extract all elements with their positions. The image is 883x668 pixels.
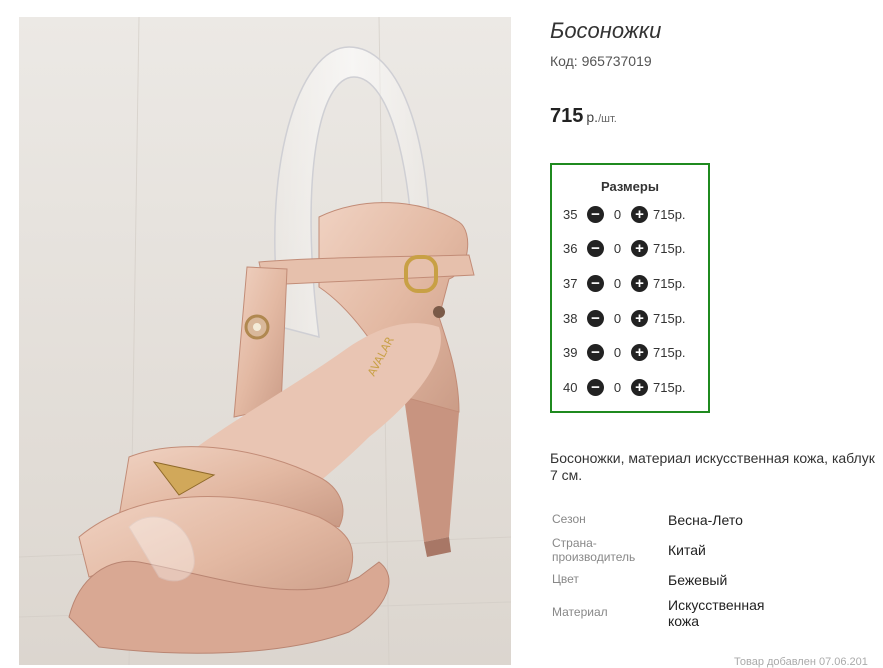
plus-circle-icon[interactable]: + bbox=[631, 309, 648, 327]
size-quantity: 0 bbox=[613, 241, 622, 257]
size-label: 38 bbox=[563, 310, 578, 326]
property-value: Бежевый bbox=[668, 572, 728, 588]
size-label: 37 bbox=[563, 275, 578, 291]
plus-circle-icon[interactable]: + bbox=[631, 379, 648, 396]
price-value: 715 bbox=[550, 105, 584, 127]
product-title: Босоножки bbox=[550, 18, 662, 43]
size-price: 715р. bbox=[653, 345, 686, 361]
plus-circle-icon[interactable]: + bbox=[631, 205, 648, 223]
price-currency: р. bbox=[586, 109, 599, 125]
size-label: 40 bbox=[563, 380, 578, 395]
size-label: 36 bbox=[563, 241, 578, 257]
size-price: 715р. bbox=[653, 380, 686, 395]
property-key: Страна-производитель bbox=[552, 536, 636, 564]
size-price: 715р. bbox=[653, 206, 686, 222]
product-description: Босоножки, материал искусственная кожа, … bbox=[550, 450, 875, 483]
minus-circle-icon[interactable]: − bbox=[587, 274, 604, 292]
size-quantity: 0 bbox=[613, 275, 622, 291]
added-date-note: Товар добавлен 07.06.201 bbox=[734, 656, 868, 668]
size-row: 38−0 +715р. bbox=[563, 308, 708, 328]
sizes-panel: Размеры 35−0 +715р. 36−0 +715р. 37−0 +715р. 38… bbox=[550, 163, 710, 413]
size-label: 35 bbox=[563, 206, 578, 222]
product-price: 715 р./шт. bbox=[550, 105, 617, 128]
size-row: 35−0 +715р. bbox=[563, 204, 708, 224]
product-photo[interactable]: AVALAR bbox=[19, 17, 511, 665]
size-row: 37−0 +715р. bbox=[563, 273, 708, 293]
size-price: 715р. bbox=[653, 241, 686, 257]
size-quantity: 0 bbox=[613, 310, 622, 326]
size-quantity: 0 bbox=[613, 206, 622, 222]
property-key: Цвет bbox=[552, 572, 579, 586]
sandal-image: AVALAR bbox=[19, 17, 511, 665]
plus-circle-icon[interactable]: + bbox=[631, 344, 648, 362]
size-label: 39 bbox=[563, 345, 578, 361]
minus-circle-icon[interactable]: − bbox=[587, 205, 604, 223]
minus-circle-icon[interactable]: − bbox=[587, 344, 604, 362]
size-quantity: 0 bbox=[613, 380, 622, 395]
minus-circle-icon[interactable]: − bbox=[587, 240, 604, 258]
minus-circle-icon[interactable]: − bbox=[587, 379, 604, 396]
property-key: Сезон bbox=[552, 512, 586, 526]
size-row: 39−0 +715р. bbox=[563, 343, 708, 363]
size-row: 40−0 +715р. bbox=[563, 378, 708, 398]
property-value: Китай bbox=[668, 542, 706, 558]
plus-circle-icon[interactable]: + bbox=[631, 274, 648, 292]
product-code: Код: 965737019 bbox=[550, 53, 652, 69]
property-value: Весна-Лето bbox=[668, 512, 743, 528]
minus-circle-icon[interactable]: − bbox=[587, 309, 604, 327]
price-unit: /шт. bbox=[598, 113, 617, 125]
size-quantity: 0 bbox=[613, 345, 622, 361]
size-price: 715р. bbox=[653, 275, 686, 291]
property-value: Искусственная кожа bbox=[668, 597, 765, 629]
sizes-title: Размеры bbox=[601, 179, 659, 194]
size-row: 36−0 +715р. bbox=[563, 239, 708, 259]
plus-circle-icon[interactable]: + bbox=[631, 240, 648, 258]
size-price: 715р. bbox=[653, 310, 686, 326]
property-key: Материал bbox=[552, 605, 608, 619]
